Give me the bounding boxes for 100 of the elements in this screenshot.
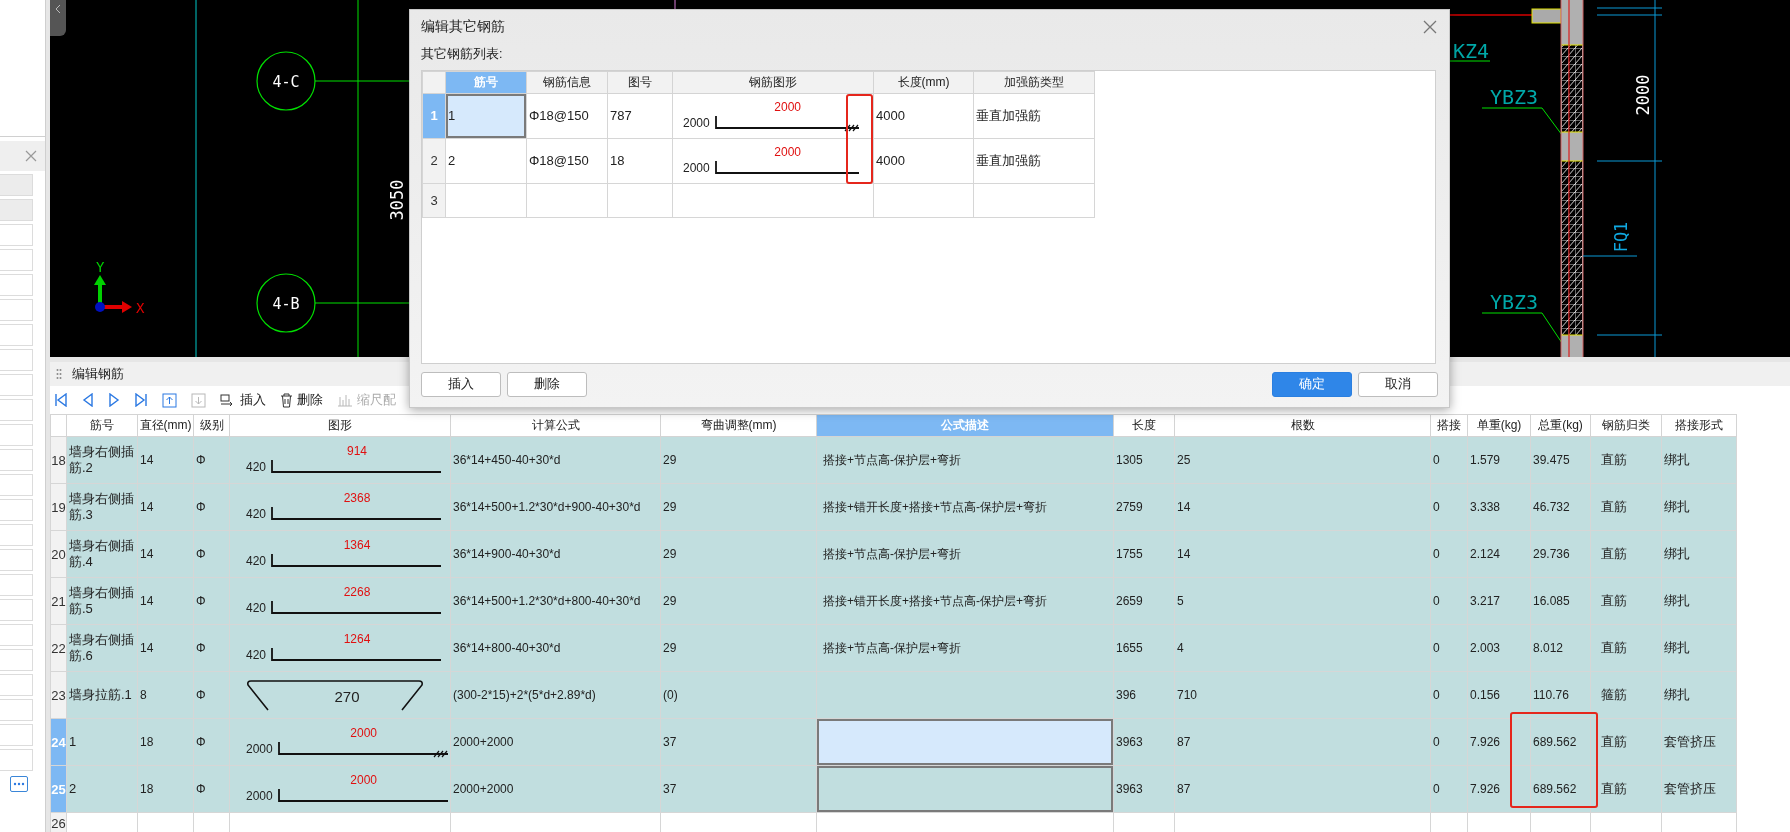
list-row[interactable] [0,574,33,596]
table-cell: 1.579 [1467,436,1531,484]
up-button[interactable] [162,392,177,408]
last-button[interactable] [134,393,148,407]
list-row[interactable] [0,424,33,446]
column-header[interactable]: 长度(mm) [873,71,974,94]
list-row[interactable] [0,474,33,496]
table-cell: 46.732 [1530,483,1591,531]
list-row[interactable] [0,674,33,696]
next-button[interactable] [108,393,120,407]
delete-button[interactable]: 删除 [280,391,323,409]
table-cell[interactable]: 搭接+节点高-保护层+弯折 [816,530,1114,578]
prev-button[interactable] [82,393,94,407]
dialog-button[interactable]: 删除 [507,372,587,397]
row-number[interactable]: 21 [50,577,67,625]
list-row[interactable] [0,349,33,371]
list-row[interactable] [0,699,33,721]
table-cell: 2.003 [1467,624,1531,672]
column-header[interactable]: 搭接形式 [1661,414,1737,437]
list-row[interactable] [0,249,33,271]
column-header[interactable]: 单重(kg) [1467,414,1531,437]
dimension-label: 2000 [1633,74,1653,116]
row-number[interactable]: 23 [50,671,67,719]
column-header[interactable]: 搭接 [1430,414,1468,437]
list-row[interactable] [0,274,33,296]
column-header[interactable]: 图号 [607,71,673,94]
table-cell: 墙身右侧插筋.3 [66,483,138,531]
table-cell: 墙身拉筋.1 [66,671,138,719]
list-row[interactable] [0,599,33,621]
grid-bubble-label: 4-C [272,73,300,91]
list-row[interactable] [0,449,33,471]
column-header[interactable]: 钢筋归类 [1590,414,1662,437]
row-number[interactable]: 3 [422,183,446,218]
chevron-left-icon [55,4,61,14]
list-row[interactable] [0,749,33,771]
row-number[interactable]: 26 [50,812,67,832]
more-button[interactable] [10,776,28,792]
list-row[interactable] [0,549,33,571]
list-row[interactable] [0,499,33,521]
column-header[interactable]: 钢筋图形 [672,71,874,94]
column-header[interactable]: 长度 [1113,414,1175,437]
collapse-tab[interactable] [50,0,66,36]
row-number[interactable]: 19 [50,483,67,531]
table-cell: 18 [607,138,673,184]
list-row[interactable] [0,299,33,321]
table-cell: Φ [193,483,230,531]
row-number[interactable]: 2 [422,138,446,184]
column-header[interactable]: 计算公式 [450,414,661,437]
table-cell: 29 [660,436,817,484]
close-button[interactable] [25,150,37,162]
table-cell: 3963 [1113,718,1175,766]
table-cell: 1655 [1113,624,1175,672]
list-row[interactable] [0,649,33,671]
column-header[interactable]: 直径(mm) [137,414,194,437]
list-row[interactable] [0,224,33,246]
element-tag: YBZ3 [1490,85,1539,109]
row-number[interactable]: 22 [50,624,67,672]
table-cell: 2659 [1113,577,1175,625]
dialog-title: 编辑其它钢筋 [421,17,505,36]
list-row[interactable] [0,524,33,546]
list-row[interactable] [0,174,33,196]
table-cell: 2.124 [1467,530,1531,578]
table-cell[interactable]: 搭接+节点高-保护层+弯折 [816,624,1114,672]
table-cell[interactable]: 2 [445,138,527,184]
table-cell: 套管挤压 [1661,765,1737,813]
row-number[interactable]: 20 [50,530,67,578]
close-button[interactable] [1422,18,1438,35]
table-cell[interactable]: 搭接+节点高-保护层+弯折 [816,436,1114,484]
list-row[interactable] [0,324,33,346]
list-row[interactable] [0,399,33,421]
column-header[interactable]: 级别 [193,414,230,437]
row-number[interactable]: 18 [50,436,67,484]
table-cell: 689.562 [1530,718,1591,766]
table-cell: 3963 [1113,765,1175,813]
list-row[interactable] [0,724,33,746]
dialog-button[interactable]: 插入 [421,372,501,397]
table-cell: 29 [660,577,817,625]
table-cell: 0 [1430,577,1468,625]
table-cell: 18 [137,718,194,766]
column-header[interactable]: 钢筋信息 [526,71,608,94]
column-header[interactable]: 总重(kg) [1530,414,1591,437]
column-header[interactable]: 弯曲调整(mm) [660,414,817,437]
table-cell[interactable]: 搭接+错开长度+搭接+节点高-保护层+弯折 [816,483,1114,531]
list-row[interactable] [0,199,33,221]
first-button[interactable] [54,393,68,407]
drag-handle-icon[interactable] [56,368,62,380]
close-icon [1422,18,1438,35]
column-header[interactable]: 筋号 [66,414,138,437]
table-cell[interactable]: 搭接+错开长度+搭接+节点高-保护层+弯折 [816,577,1114,625]
column-header[interactable]: 图形 [229,414,451,437]
list-row[interactable] [0,624,33,646]
insert-button[interactable]: 插入 [220,391,266,409]
table-cell: 787 [607,93,673,139]
dialog-button[interactable]: 确定 [1272,372,1352,397]
dialog-button[interactable]: 取消 [1358,372,1438,397]
table-cell: 14 [1174,483,1431,531]
list-row[interactable] [0,374,33,396]
column-header[interactable]: 根数 [1174,414,1431,437]
table-cell[interactable]: 1 [445,93,527,139]
column-header[interactable]: 加强筋类型 [973,71,1095,94]
